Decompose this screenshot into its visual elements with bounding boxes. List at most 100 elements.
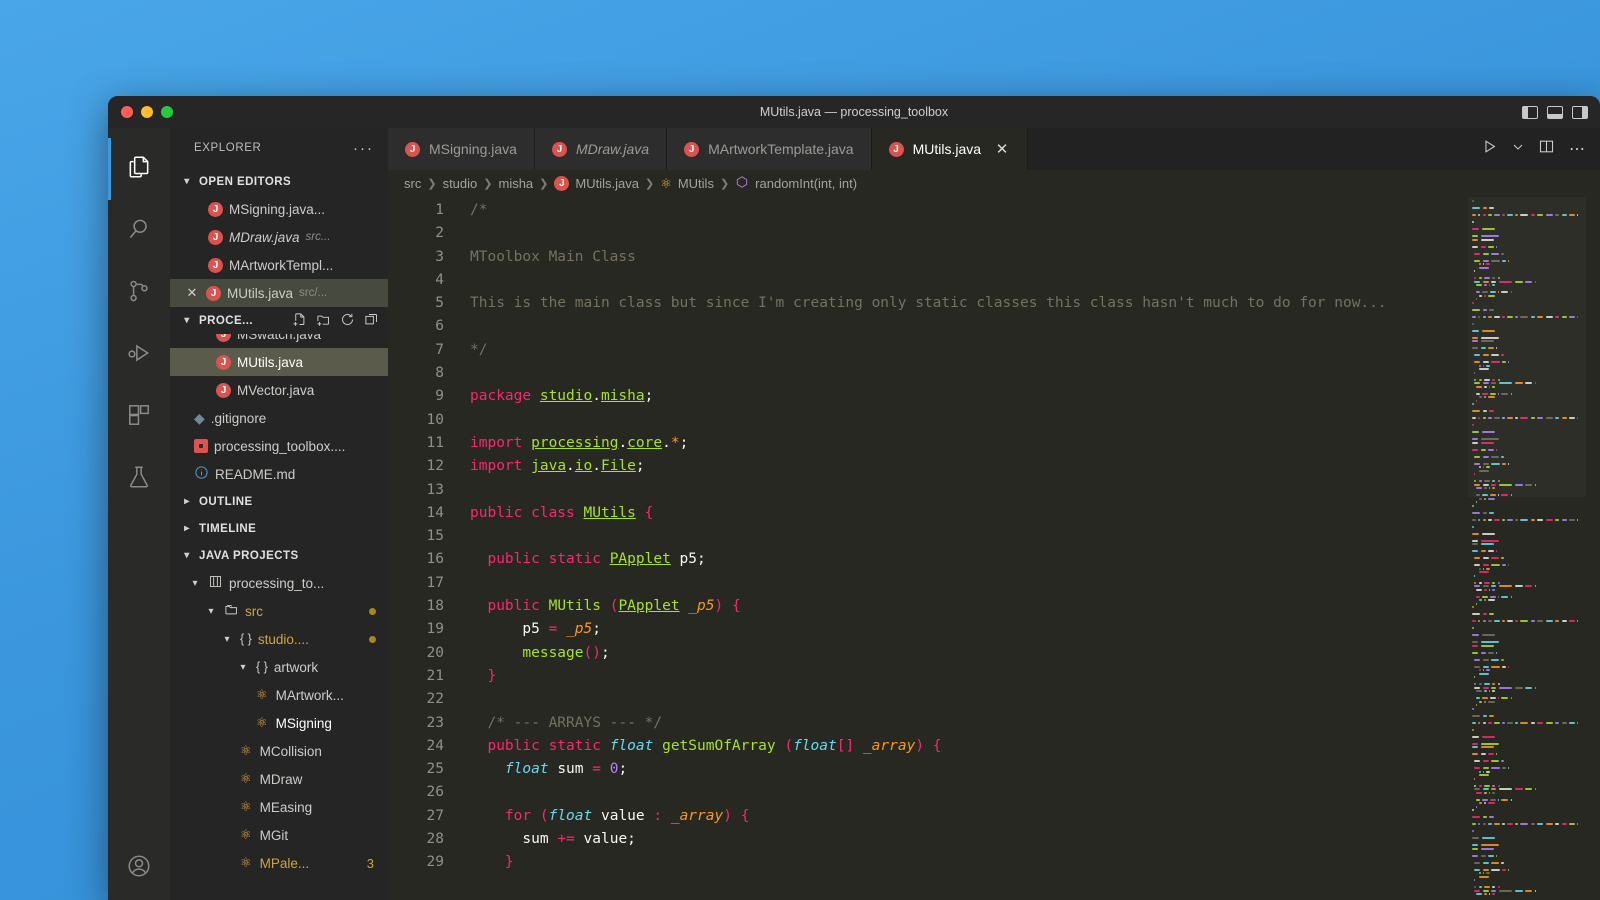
section-outline[interactable]: ▸ OUTLINE — [170, 488, 388, 515]
tree-item-label: artwork — [274, 660, 318, 675]
minimap-line — [1472, 753, 1478, 755]
chevron-down-icon: ▾ — [180, 550, 194, 561]
play-icon[interactable] — [1481, 138, 1498, 160]
chevron-right-icon: ❯ — [720, 177, 729, 190]
minimap-line — [1508, 564, 1509, 566]
chevron-down-icon[interactable] — [1512, 140, 1524, 158]
tree-item-class[interactable]: ⚛ MArtwork... — [170, 681, 388, 709]
chevron-right-icon: ❯ — [483, 177, 492, 190]
minimap-line — [1511, 596, 1512, 598]
zoom-window-button[interactable] — [161, 106, 173, 118]
sidebar-more-actions[interactable]: ··· — [353, 140, 374, 157]
minimap-line — [1472, 736, 1479, 738]
open-editor-item[interactable]: J MArtworkTempl... — [170, 251, 388, 279]
minimap-line — [1472, 641, 1478, 643]
minimap[interactable] — [1468, 197, 1586, 900]
tree-item-class[interactable]: ⚛ MPale... 3 — [170, 849, 388, 877]
minimap-line — [1486, 872, 1490, 874]
project-item[interactable]: processing_toolbox.... — [170, 432, 388, 460]
minimap-line — [1488, 652, 1494, 654]
activity-item-explorer[interactable] — [108, 138, 170, 200]
tree-item-package-artwork[interactable]: ▾ { } artwork — [170, 653, 388, 681]
minimap-line — [1491, 666, 1499, 668]
project-item-clipped[interactable]: J MSwatch.java — [170, 334, 388, 348]
activity-item-extensions[interactable] — [108, 386, 170, 448]
collapse-all-icon[interactable] — [364, 312, 379, 330]
project-item[interactable]: J MVector.java — [170, 376, 388, 404]
minimap-line — [1474, 788, 1480, 790]
code-editor[interactable]: 1/* 2 3MToolbox Main Class 4 5This is th… — [388, 197, 1468, 900]
section-project[interactable]: ▾ PROCE... — [170, 307, 388, 334]
minimap-line — [1499, 788, 1513, 790]
source-code[interactable]: 1/* 2 3MToolbox Main Class 4 5This is th… — [388, 197, 1468, 875]
activity-item-accounts[interactable] — [108, 838, 170, 900]
tab-msigning[interactable]: J MSigning.java — [388, 128, 535, 170]
section-open-editors[interactable]: ▾ OPEN EDITORS — [170, 168, 388, 195]
minimap-slider[interactable] — [1468, 197, 1586, 497]
tab-mdraw[interactable]: J MDraw.java — [535, 128, 667, 170]
minimap-line — [1492, 690, 1494, 692]
minimap-line — [1577, 519, 1578, 521]
refresh-icon[interactable] — [340, 312, 355, 330]
project-item[interactable]: README.md — [170, 460, 388, 488]
tree-item-class[interactable]: ⚛ MGit — [170, 821, 388, 849]
tree-item-class[interactable]: ⚛ MDraw — [170, 765, 388, 793]
minimap-line — [1472, 550, 1478, 552]
ellipsis-icon[interactable]: ⋯ — [1569, 139, 1586, 159]
open-editor-item[interactable]: J MSigning.java... — [170, 195, 388, 223]
tab-martworktemplate[interactable]: J MArtworkTemplate.java — [667, 128, 872, 170]
tab-mutils[interactable]: J MUtils.java ✕ — [872, 128, 1028, 170]
close-icon[interactable]: ✕ — [994, 140, 1010, 158]
open-editor-item[interactable]: J MDraw.java src... — [170, 223, 388, 251]
activity-item-search[interactable] — [108, 200, 170, 262]
activity-item-testing[interactable] — [108, 448, 170, 510]
section-java-projects[interactable]: ▾ JAVA PROJECTS — [170, 542, 388, 569]
activity-item-run-and-debug[interactable] — [108, 324, 170, 386]
breadcrumb-item-src[interactable]: src — [404, 176, 421, 191]
open-editor-item-active[interactable]: ✕ J MUtils.java src/... — [170, 279, 388, 307]
project-item-selected[interactable]: J MUtils.java — [170, 348, 388, 376]
new-folder-icon[interactable] — [316, 312, 331, 330]
activity-item-source-control[interactable] — [108, 262, 170, 324]
tree-item-project[interactable]: ▾ processing_to... — [170, 569, 388, 597]
tree-item-src[interactable]: ▾ src — [170, 597, 388, 625]
minimap-line — [1491, 767, 1499, 769]
chevron-right-icon: ▸ — [180, 496, 194, 507]
minimap-line — [1479, 886, 1482, 888]
minimap-line — [1483, 890, 1489, 892]
breadcrumb-item-studio[interactable]: studio — [443, 176, 478, 191]
new-file-icon[interactable] — [292, 312, 307, 330]
minimap-line — [1494, 722, 1499, 724]
minimap-line — [1481, 652, 1486, 654]
toggle-primary-sidebar-icon[interactable] — [1522, 106, 1538, 119]
tab-label: MDraw.java — [576, 141, 649, 157]
minimap-line — [1478, 620, 1480, 622]
project-item[interactable]: ◆ .gitignore — [170, 404, 388, 432]
breadcrumb-item-misha[interactable]: misha — [498, 176, 533, 191]
minimap-line — [1489, 792, 1490, 794]
breadcrumb-item-method[interactable]: randomInt(int, int) — [755, 176, 857, 191]
toggle-panel-icon[interactable] — [1547, 106, 1563, 119]
section-timeline[interactable]: ▸ TIMELINE — [170, 515, 388, 542]
minimap-line — [1496, 855, 1497, 857]
close-icon[interactable]: ✕ — [184, 285, 200, 301]
tree-item-class[interactable]: ⚛ MEasing — [170, 793, 388, 821]
minimap-line — [1525, 585, 1532, 587]
split-editor-icon[interactable] — [1538, 138, 1555, 160]
minimap-line — [1474, 869, 1480, 871]
minimap-line — [1481, 543, 1495, 545]
editor-scrollbar[interactable] — [1586, 197, 1600, 900]
minimize-window-button[interactable] — [141, 106, 153, 118]
breadcrumb-item-class[interactable]: MUtils — [678, 176, 714, 191]
minimap-line — [1508, 767, 1509, 769]
tree-item-package-studio[interactable]: ▾ { } studio.... — [170, 625, 388, 653]
minimap-line — [1501, 760, 1504, 762]
close-window-button[interactable] — [121, 106, 133, 118]
tree-item-class[interactable]: ⚛ MCollision — [170, 737, 388, 765]
chevron-down-icon: ▾ — [220, 634, 234, 645]
open-editors-list: J MSigning.java... J MDraw.java src... J… — [170, 195, 388, 307]
toggle-secondary-sidebar-icon[interactable] — [1572, 106, 1588, 119]
breadcrumb-item-file[interactable]: MUtils.java — [575, 176, 639, 191]
minimap-line — [1490, 697, 1495, 699]
tree-item-class-selected[interactable]: ⚛ MSigning — [170, 709, 388, 737]
